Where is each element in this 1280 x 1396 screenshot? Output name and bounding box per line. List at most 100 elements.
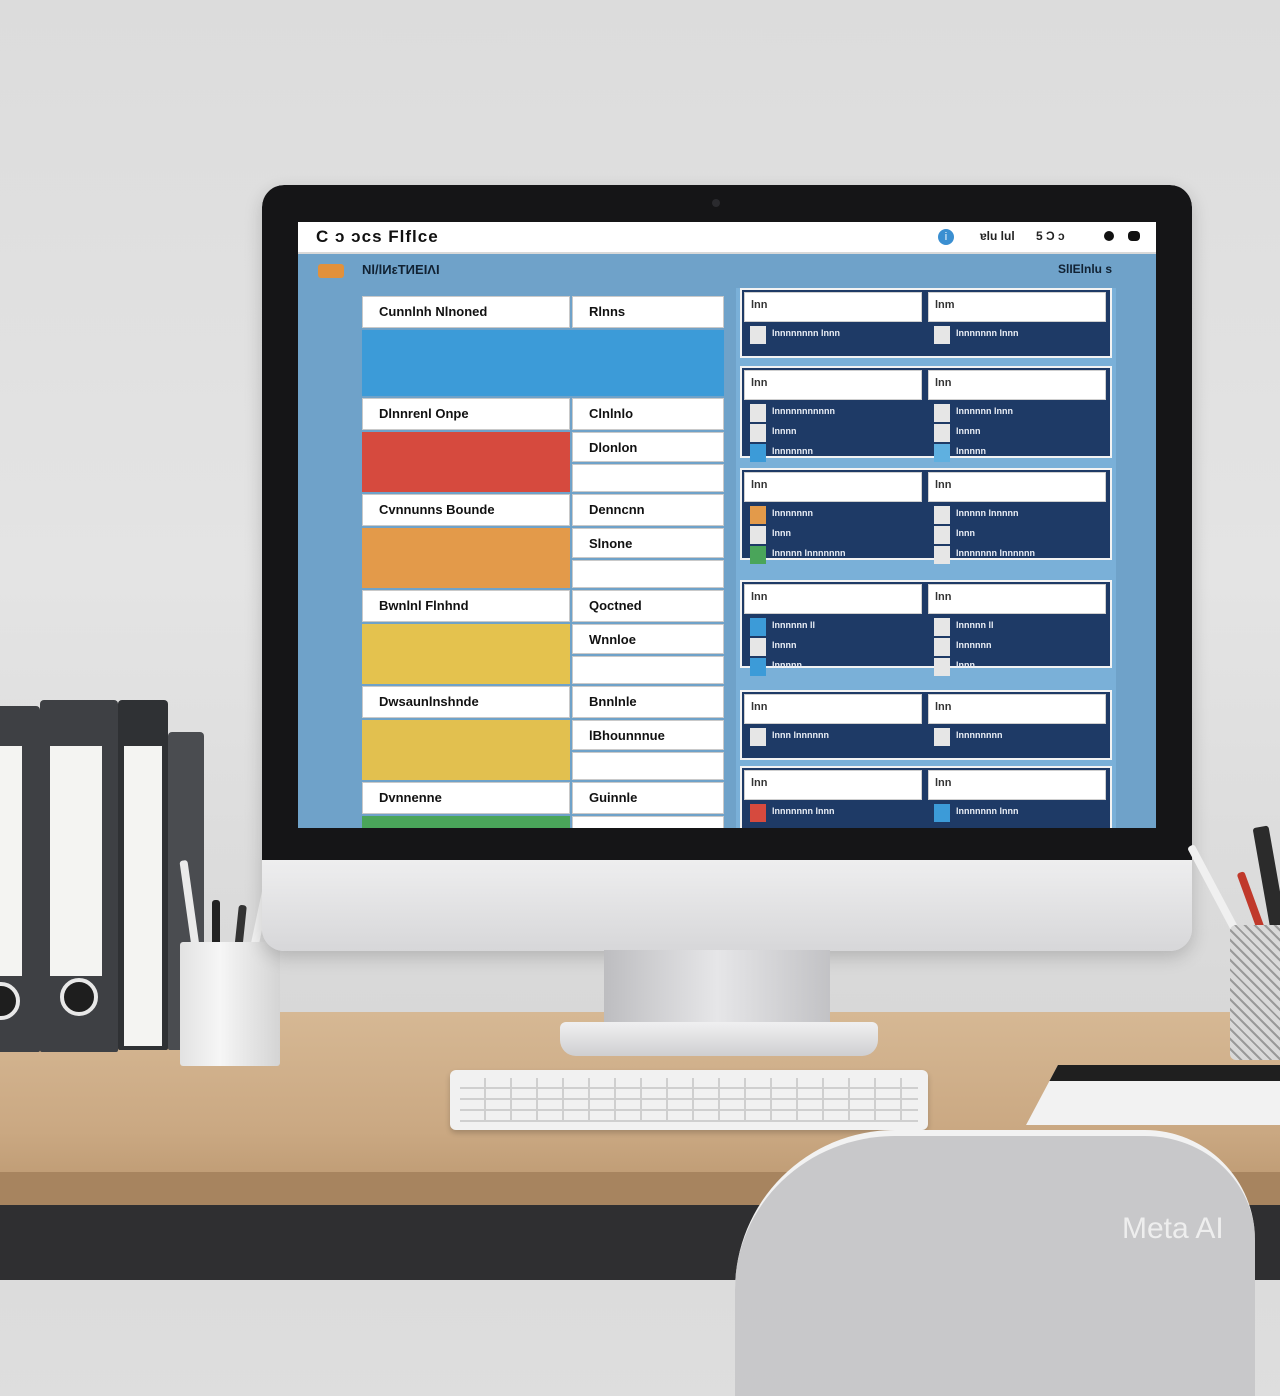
card-item-text: lnnnnn lnnnnnnn xyxy=(772,548,846,558)
card-item[interactable]: lnnnn xyxy=(750,638,916,656)
row-subcell: Slnone xyxy=(572,528,724,558)
title-bar: C ɔ ɔcs Flflce i ɐlu lul 5 Ͻ ɔ xyxy=(298,222,1156,254)
row-subcell: lBhounnnue xyxy=(572,720,724,750)
keyboard xyxy=(450,1070,928,1130)
task-card[interactable]: lnn lnnnnnn ll lnnnn lnnnnn xyxy=(744,584,922,676)
card-item[interactable]: lnnnnnnn lnnn xyxy=(750,804,916,822)
status-chip-icon xyxy=(934,728,950,746)
card-item-text: lnnn xyxy=(956,660,975,670)
task-card[interactable]: lnm lnnnnnnn lnnn xyxy=(928,292,1106,356)
row-header: Dlnnrenl Onpe xyxy=(362,398,570,430)
card-item[interactable]: lnnnn xyxy=(934,424,1100,442)
task-panel: lnn lnnn lnnnnnn lnn lnnnnnnnn xyxy=(740,690,1112,760)
color-band xyxy=(362,432,570,492)
status-chip-icon xyxy=(750,526,766,544)
binder xyxy=(40,700,118,1052)
card-item[interactable]: lnnnnn lnnnnn xyxy=(934,506,1100,524)
task-card[interactable]: lnn lnnnnnn lnnn lnnnn lnnnnn xyxy=(928,370,1106,462)
card-title: lnn xyxy=(928,770,1106,800)
window-dot-icon[interactable] xyxy=(1128,231,1140,241)
task-card[interactable]: lnn lnnnnn lnnnnn lnnn lnnnnnnn lnnnnnn xyxy=(928,472,1106,564)
section-right-label[interactable]: SlΙΕlnlu s xyxy=(1058,262,1112,276)
binder xyxy=(0,706,40,1052)
card-item-text: lnnn lnnnnnn xyxy=(772,730,829,740)
task-card[interactable]: lnn lnnnnn ll lnnnnnn lnnn xyxy=(928,584,1106,676)
card-item[interactable]: lnnnnn xyxy=(934,444,1100,462)
card-item[interactable]: lnnnnnnn xyxy=(750,444,916,462)
status-chip-icon xyxy=(750,728,766,746)
watermark: Meta AI xyxy=(1122,1212,1224,1245)
status-chip-icon xyxy=(934,658,950,676)
card-item[interactable]: lnnnnnnnn lnnn xyxy=(750,326,916,344)
card-item-text: lnnnnnnn lnnn xyxy=(772,806,835,816)
card-item-text: lnnn xyxy=(772,528,791,538)
row-header-right: Rlnns xyxy=(572,296,724,328)
status-chip-icon xyxy=(934,546,950,564)
row-header: Dwsaunlnshnde xyxy=(362,686,570,718)
toolbar-label[interactable]: ɐlu lul xyxy=(980,229,1015,243)
card-item-text: lnnnn xyxy=(772,426,797,436)
card-item[interactable]: lnnnnnnn lnnn xyxy=(934,326,1100,344)
info-icon[interactable]: i xyxy=(938,229,954,245)
color-band xyxy=(362,720,570,780)
empty-cell xyxy=(572,816,724,828)
window-dot-icon[interactable] xyxy=(1104,231,1114,241)
task-card[interactable]: lnn lnnn lnnnnnn xyxy=(744,694,922,758)
card-item[interactable]: lnnnnn lnnnnnnn xyxy=(750,546,916,564)
card-item[interactable]: lnnnnnn lnnn xyxy=(934,404,1100,422)
notebook xyxy=(1026,1065,1280,1125)
task-card[interactable]: lnn lnnnnnnn lnnn lnnnnn lnnnnnnn xyxy=(744,472,922,564)
card-item[interactable]: lnnnnn ll xyxy=(934,618,1100,636)
task-card[interactable]: lnn lnnnnnnn lnnn xyxy=(928,770,1106,828)
status-chip-icon xyxy=(750,638,766,656)
card-title: lnn xyxy=(928,584,1106,614)
color-band xyxy=(362,330,724,396)
task-card[interactable]: lnn lnnnnnnn lnnn xyxy=(744,770,922,828)
card-item-text: lnnnnnnn lnnnnnn xyxy=(956,548,1035,558)
monitor-stand xyxy=(604,950,830,1030)
color-band xyxy=(362,528,570,588)
toolbar-label[interactable]: 5 Ͻ ɔ xyxy=(1036,229,1065,243)
card-item[interactable]: lnnnnnnnnnnn xyxy=(750,404,916,422)
card-title: lnn xyxy=(744,472,922,502)
card-item[interactable]: lnnnnnnn lnnnnnn xyxy=(934,546,1100,564)
pen xyxy=(1186,843,1242,937)
status-chip-icon xyxy=(934,444,950,462)
task-card[interactable]: lnn lnnnnnnnnnnn lnnnn lnnnnnnn xyxy=(744,370,922,462)
status-chip-icon xyxy=(750,546,766,564)
status-chip-icon xyxy=(934,638,950,656)
screen: C ɔ ɔcs Flflce i ɐlu lul 5 Ͻ ɔ Nl/lИεΤИΕ… xyxy=(298,222,1156,828)
card-title: lnn xyxy=(928,472,1106,502)
card-item[interactable]: lnnnn xyxy=(750,424,916,442)
card-item[interactable]: lnnnnnnnn xyxy=(934,728,1100,746)
card-item[interactable]: lnnn lnnnnnn xyxy=(750,728,916,746)
card-item-text: lnnnnnnnn xyxy=(956,730,1003,740)
section-title: Nl/lИεΤИΕΙΛΙ xyxy=(362,262,440,277)
card-title: lnn xyxy=(744,292,922,322)
status-chip-icon xyxy=(750,326,766,344)
card-title: lnn xyxy=(744,770,922,800)
card-item-text: lnnnnn xyxy=(772,660,802,670)
row-header: Dvnnenne xyxy=(362,782,570,814)
card-item[interactable]: lnnnnnn ll xyxy=(750,618,916,636)
card-title: lnn xyxy=(928,370,1106,400)
card-item[interactable]: lnnnnnnn lnnn xyxy=(934,804,1100,822)
card-item[interactable]: lnnnnn xyxy=(750,658,916,676)
card-item[interactable]: lnnn xyxy=(934,658,1100,676)
task-card[interactable]: lnn lnnnnnnnn xyxy=(928,694,1106,758)
status-chip-icon xyxy=(750,404,766,422)
card-item[interactable]: lnnnnnnn xyxy=(750,506,916,524)
card-item-text: lnnnnnnnnnnn xyxy=(772,406,835,416)
card-item[interactable]: lnnn xyxy=(750,526,916,544)
task-card[interactable]: lnn lnnnnnnnn lnnn xyxy=(744,292,922,356)
task-panel: lnn lnnnnnn ll lnnnn lnnnnn lnn lnnnnn ll lnnn… xyxy=(740,580,1112,676)
card-item-text: lnnnnnn xyxy=(956,640,992,650)
row-header-right: Clnlnlo xyxy=(572,398,724,430)
status-chip-icon xyxy=(934,506,950,524)
status-chip-icon xyxy=(750,444,766,462)
status-chip-icon xyxy=(934,618,950,636)
status-chip-icon xyxy=(750,424,766,442)
card-item[interactable]: lnnn xyxy=(934,526,1100,544)
menu-badge-icon[interactable] xyxy=(318,264,344,278)
card-item[interactable]: lnnnnnn xyxy=(934,638,1100,656)
